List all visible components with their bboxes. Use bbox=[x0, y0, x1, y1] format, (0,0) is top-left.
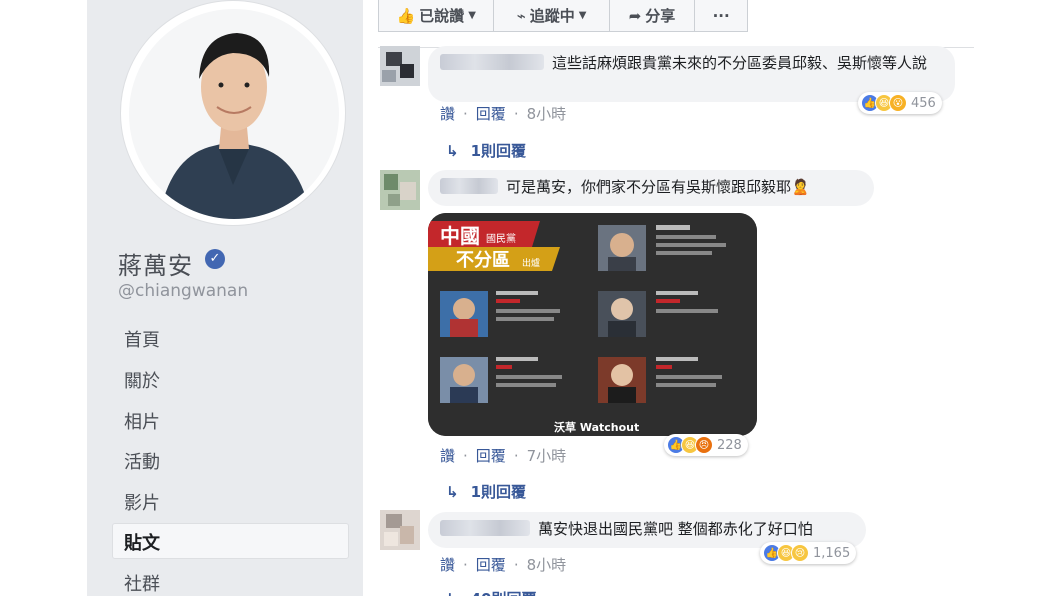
nav-item-about[interactable]: 關於 bbox=[124, 367, 160, 393]
reply-link[interactable]: 回覆 bbox=[476, 103, 506, 124]
reaction-summary[interactable]: 👍 😆 😠 228 bbox=[664, 434, 748, 456]
profile-username[interactable]: @chiangwanan bbox=[118, 281, 248, 301]
like-link[interactable]: 讚 bbox=[440, 445, 455, 466]
following-button[interactable]: ⌁ 追蹤中 ▼ bbox=[494, 0, 610, 31]
comment-time[interactable]: 7小時 bbox=[527, 445, 567, 466]
share-arrow-icon: ➦ bbox=[628, 6, 642, 25]
comment-time[interactable]: 8小時 bbox=[527, 554, 567, 575]
chevron-down-icon: ▼ bbox=[468, 10, 476, 21]
rss-icon: ⌁ bbox=[516, 6, 526, 25]
verified-badge-icon: ✓ bbox=[205, 249, 225, 269]
graphic-heading: 中國 bbox=[440, 224, 480, 248]
profile-photo bbox=[159, 33, 311, 219]
reaction-count: 228 bbox=[717, 437, 742, 453]
view-replies-link[interactable]: ↳ 1則回覆 bbox=[446, 481, 526, 502]
like-link[interactable]: 讚 bbox=[440, 554, 455, 575]
page-action-toolbar: 👍 已說讚 ▼ ⌁ 追蹤中 ▼ ➦ 分享 ··· bbox=[378, 0, 748, 32]
profile-name: 蔣萬安 bbox=[118, 252, 193, 280]
liked-button[interactable]: 👍 已說讚 ▼ bbox=[379, 0, 495, 31]
more-options-button[interactable]: ··· bbox=[695, 0, 747, 31]
nav-item-community[interactable]: 社群 bbox=[124, 570, 160, 596]
thumbs-up-icon: 👍 bbox=[396, 6, 416, 25]
comment-actions: 讚 · 回覆 · 8小時 bbox=[440, 554, 567, 575]
graphic-party: 國民黨 bbox=[486, 232, 516, 245]
nav-item-photos[interactable]: 相片 bbox=[124, 408, 160, 434]
blurred-commenter-name[interactable] bbox=[440, 520, 530, 536]
graphic-subheading: 不分區 bbox=[456, 250, 510, 271]
nav-item-videos[interactable]: 影片 bbox=[124, 489, 160, 515]
nav-item-home[interactable]: 首頁 bbox=[124, 326, 160, 352]
view-replies-link[interactable]: ↳ 1則回覆 bbox=[446, 140, 526, 161]
reply-link[interactable]: 回覆 bbox=[476, 554, 506, 575]
commenter-avatar[interactable] bbox=[380, 170, 420, 210]
blurred-commenter-name[interactable] bbox=[440, 178, 498, 194]
comment-image-attachment[interactable]: 中國 國民黨 不分區 出爐 沃草 Watchout bbox=[428, 213, 757, 436]
profile-avatar[interactable] bbox=[120, 0, 346, 226]
comment-text: 這些話麻煩跟貴黨未來的不分區委員邱毅、吳斯懷等人說 bbox=[552, 54, 928, 72]
facebook-page: 蔣萬安 ✓ @chiangwanan 首頁 關於 相片 活動 影片 貼文 社群 … bbox=[0, 0, 1060, 596]
like-link[interactable]: 讚 bbox=[440, 103, 455, 124]
angry-icon: 😠 bbox=[695, 436, 713, 454]
comment-bubble: 可是萬安，你們家不分區有吳斯懷跟邱毅耶🙎 bbox=[428, 170, 874, 206]
kmt-list-graphic: 中國 國民黨 不分區 出爐 沃草 Watchout bbox=[428, 213, 757, 436]
share-button[interactable]: ➦ 分享 bbox=[610, 0, 696, 31]
comment-text: 萬安快退出國民黨吧 整個都赤化了好口怕 bbox=[538, 520, 813, 538]
comment-time[interactable]: 8小時 bbox=[527, 103, 567, 124]
commenter-avatar[interactable] bbox=[380, 46, 420, 86]
nav-item-events[interactable]: 活動 bbox=[124, 448, 160, 474]
blurred-commenter-name[interactable] bbox=[440, 54, 544, 70]
chevron-down-icon: ▼ bbox=[578, 10, 587, 21]
reply-arrow-icon: ↳ bbox=[446, 590, 459, 596]
reaction-summary[interactable]: 👍 😆 😢 1,165 bbox=[760, 542, 857, 564]
commenter-avatar[interactable] bbox=[380, 510, 420, 550]
nav-item-posts[interactable]: 貼文 bbox=[124, 529, 160, 555]
wow-icon: 😮 bbox=[889, 94, 907, 112]
comment-actions: 讚 · 回覆 · 8小時 bbox=[440, 103, 567, 124]
comment-actions: 讚 · 回覆 · 7小時 bbox=[440, 445, 567, 466]
sad-icon: 😢 bbox=[791, 544, 809, 562]
reaction-count: 1,165 bbox=[813, 545, 851, 561]
reply-arrow-icon: ↳ bbox=[446, 482, 459, 501]
reply-link[interactable]: 回覆 bbox=[476, 445, 506, 466]
graphic-watermark: 沃草 Watchout bbox=[554, 420, 639, 434]
view-replies-link[interactable]: ↳ 40則回覆 bbox=[446, 588, 536, 596]
reaction-summary[interactable]: 👍 😆 😮 456 bbox=[858, 92, 942, 114]
comment-text: 可是萬安，你們家不分區有吳斯懷跟邱毅耶🙎 bbox=[506, 178, 810, 196]
reaction-count: 456 bbox=[911, 95, 936, 111]
graphic-subtag: 出爐 bbox=[522, 257, 540, 269]
reply-arrow-icon: ↳ bbox=[446, 141, 459, 160]
